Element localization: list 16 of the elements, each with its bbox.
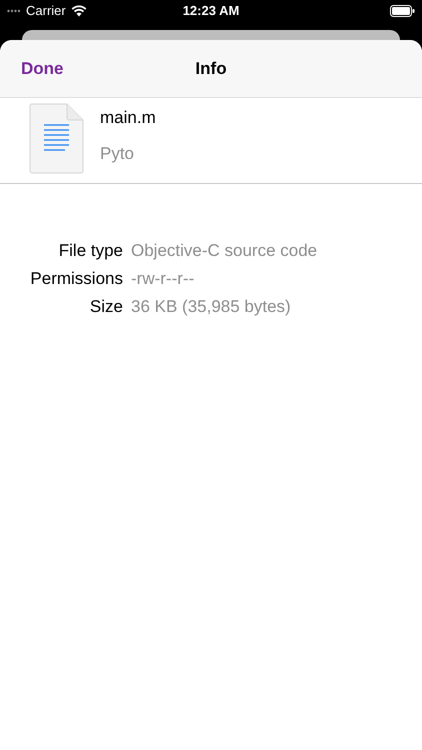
file-name: main.m xyxy=(100,107,156,129)
property-value: 36 KB (35,985 bytes) xyxy=(131,296,291,318)
status-time: 12:23 AM xyxy=(182,2,240,20)
battery-icon xyxy=(390,5,415,17)
property-value: Objective-C source code xyxy=(131,240,318,262)
property-label: File type xyxy=(58,240,123,262)
wifi-icon xyxy=(70,5,87,17)
document-icon xyxy=(29,103,84,174)
property-label: Permissions xyxy=(29,268,123,290)
file-location: Pyto xyxy=(100,142,136,164)
signal-icon xyxy=(7,9,21,13)
nav-title: Info xyxy=(195,58,227,80)
property-value: -rw-r--r-- xyxy=(131,268,194,290)
property-label: Size xyxy=(88,296,123,318)
done-button[interactable]: Done xyxy=(21,56,64,82)
carrier-name: Carrier xyxy=(26,2,66,20)
